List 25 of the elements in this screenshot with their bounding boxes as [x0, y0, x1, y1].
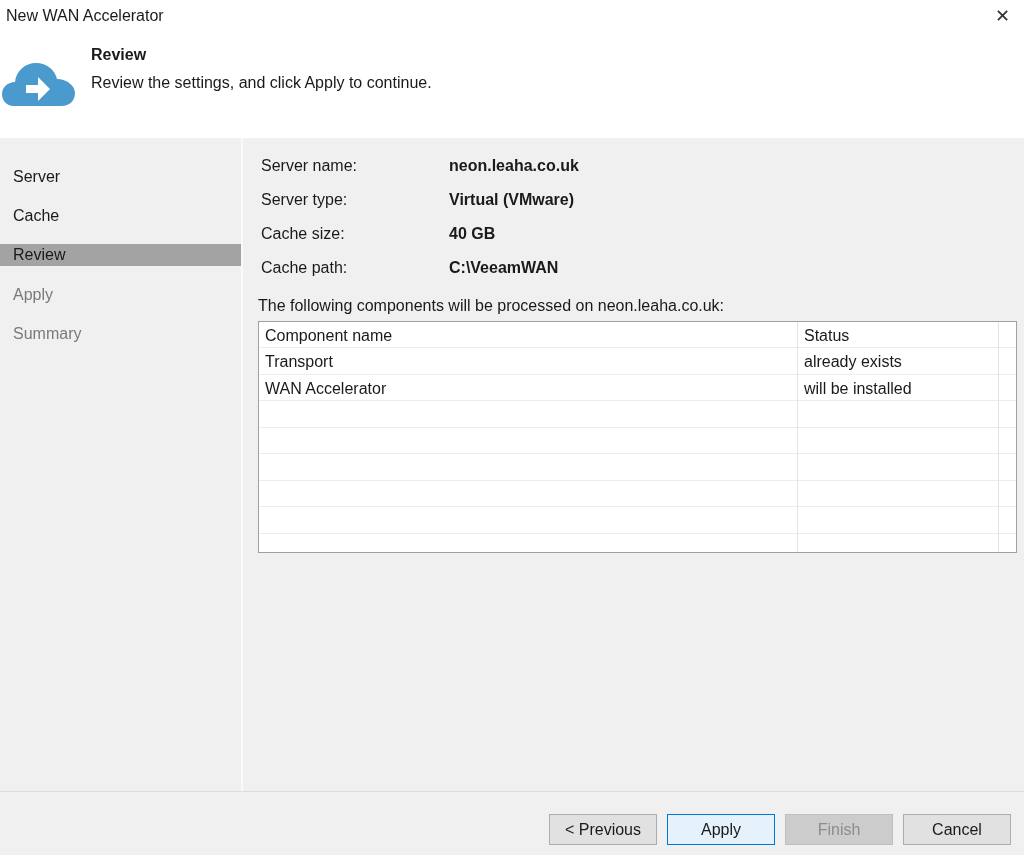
window-title: New WAN Accelerator	[6, 7, 164, 25]
page-subtitle: Review the settings, and click Apply to continue.	[91, 74, 432, 92]
wizard-step[interactable]: Review	[0, 244, 241, 267]
table-cell-text: already exists	[803, 352, 903, 373]
property-value: 40 GB	[449, 224, 497, 243]
wizard-button[interactable]: Apply	[667, 814, 775, 845]
property-value: neon.leaha.co.uk	[449, 156, 580, 175]
column-header[interactable]: Status	[798, 322, 999, 349]
column-header[interactable]: Component name	[259, 322, 798, 349]
wizard-step[interactable]: Cache	[0, 196, 241, 236]
property-value: Virtual (VMware)	[449, 190, 576, 209]
components-caption: The following components will be processed on neon.leaha.co.uk:	[258, 296, 726, 315]
property-label: Cache path:	[261, 258, 349, 277]
property-label: Server name:	[261, 156, 359, 175]
page-title: Review	[91, 46, 148, 64]
wizard-button[interactable]: < Previous	[549, 814, 657, 845]
wizard-button[interactable]: Cancel	[903, 814, 1011, 845]
close-button[interactable]: ✕	[987, 5, 1018, 27]
table-cell-text: will be installed	[803, 378, 913, 399]
table-cell-text: WAN Accelerator	[264, 378, 388, 399]
wizard-step[interactable]: Server	[0, 157, 241, 197]
property-value: C:\VeeamWAN	[449, 258, 560, 277]
property-label: Cache size:	[261, 224, 346, 243]
property-label: Server type:	[261, 190, 349, 209]
table-cell-text: Transport	[264, 352, 334, 373]
